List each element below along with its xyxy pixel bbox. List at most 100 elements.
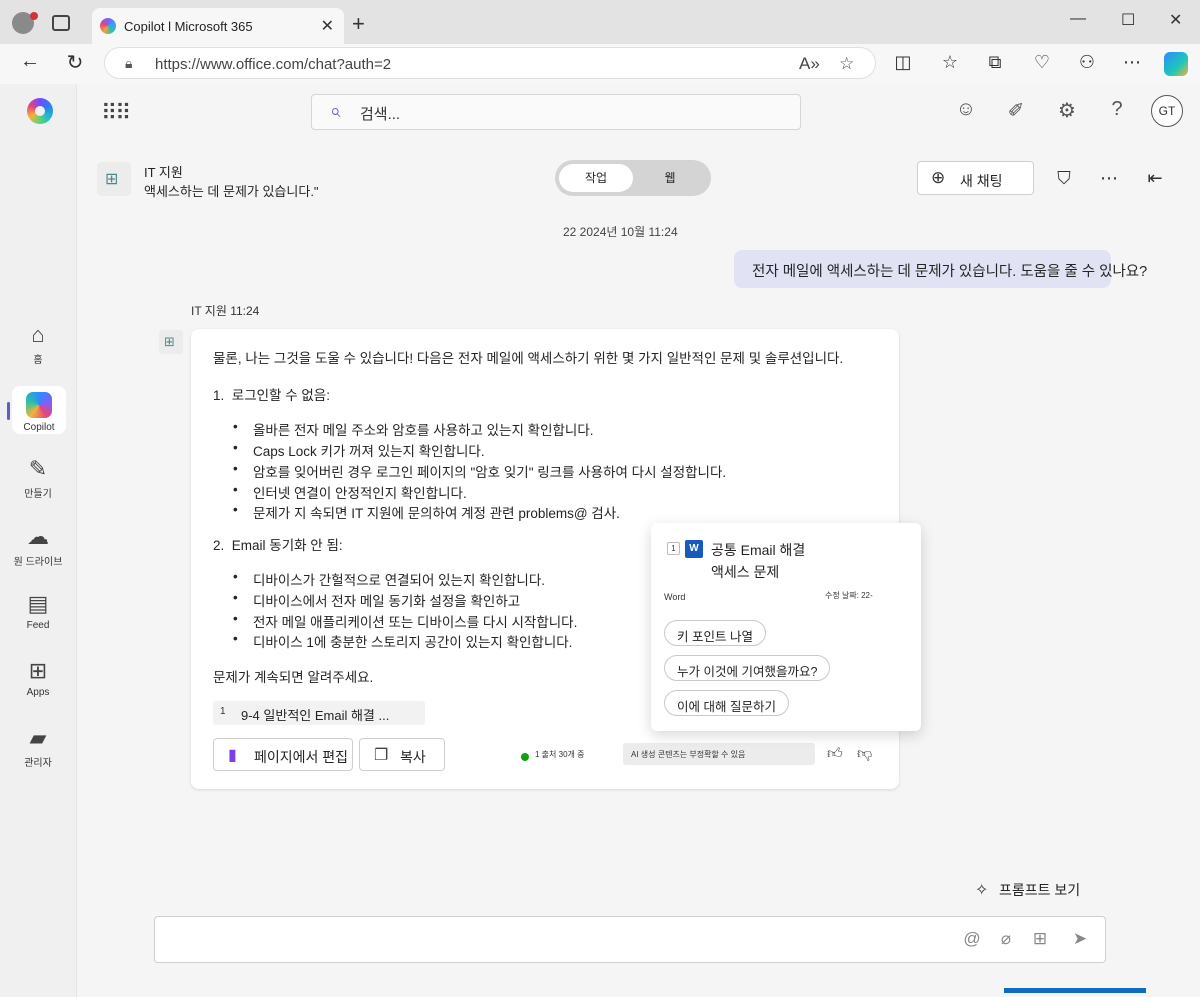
copy-icon: ❐ bbox=[374, 747, 389, 764]
rail-item-feed[interactable]: ▤ Feed bbox=[4, 591, 72, 631]
agent-name: IT 지원 bbox=[144, 165, 183, 180]
back-icon[interactable]: ← bbox=[16, 50, 44, 73]
admin-icon: ▰ bbox=[29, 725, 47, 750]
reply-intro: 물론, 나는 그것을 도울 수 있습니다! 다음은 전자 메일에 액세스하기 위… bbox=[213, 351, 844, 366]
suggestion-chip[interactable]: 누가 이것에 기여했을까요? bbox=[664, 655, 831, 681]
help-icon[interactable]: ? bbox=[1104, 98, 1130, 121]
more-icon[interactable]: ⋯ bbox=[1120, 52, 1144, 73]
suggestion-chip[interactable]: 이에 대해 질문하기 bbox=[664, 690, 789, 716]
edge-copilot-icon[interactable] bbox=[1164, 52, 1188, 76]
refresh-icon[interactable]: ↻ bbox=[61, 50, 89, 75]
extensions-icon[interactable]: ⚇ bbox=[1075, 52, 1099, 73]
date-stamp: 22 2024년 10월 11:24 bbox=[563, 225, 678, 239]
rail-item-admin[interactable]: ▰ 관리자 bbox=[4, 725, 72, 769]
side-panel-icon[interactable]: ⇤ bbox=[1143, 168, 1167, 189]
lock-icon: 🔒︎ bbox=[125, 55, 133, 71]
copilot-favicon-icon bbox=[100, 18, 116, 34]
search-placeholder: 검색... bbox=[360, 106, 401, 123]
agent-apps-icon: ⊞ bbox=[164, 334, 175, 349]
rail-item-copilot[interactable]: Copilot bbox=[12, 386, 66, 434]
status-dot bbox=[521, 753, 529, 761]
list-item-text: 디바이스가 간헐적으로 연결되어 있는지 확인합니다. bbox=[253, 573, 545, 588]
rail-label: Feed bbox=[26, 620, 50, 631]
reply-outro: 문제가 계속되면 알려주세요. bbox=[213, 670, 374, 685]
section-heading: 2. Email 동기화 안 됨: bbox=[213, 534, 343, 554]
list-item-text: 암호를 잊어버린 경우 로그인 페이지의 "암호 잊기" 링크를 사용하여 다시… bbox=[253, 465, 727, 480]
user-message: 전자 메일에 액세스하는 데 문제가 있습니다. 도움을 줄 수 있나요? bbox=[734, 250, 1147, 288]
reference-number: 1 bbox=[220, 706, 226, 717]
new-chat-button[interactable]: ⊕ 새 채팅 bbox=[917, 161, 1034, 195]
list-item-text: 전자 메일 애플리케이션 또는 디바이스를 다시 시작합니다. bbox=[253, 615, 578, 630]
more-options-icon[interactable]: ⋯ bbox=[1097, 168, 1121, 189]
section-heading: 1. 로그인할 수 없음: bbox=[213, 384, 330, 404]
toggle-work[interactable]: 작업 bbox=[559, 164, 633, 192]
new-tab-icon[interactable]: + bbox=[352, 11, 365, 37]
edit-in-page-label: 페이지에서 편집 bbox=[254, 749, 349, 765]
send-icon[interactable]: ➤ bbox=[1069, 929, 1091, 949]
tab-title: Copilot l Microsoft 365 bbox=[124, 19, 253, 34]
copy-button[interactable]: ❐ 복사 bbox=[359, 738, 445, 771]
collections-icon[interactable]: ⧉ bbox=[983, 52, 1007, 73]
read-aloud-icon[interactable]: A» bbox=[799, 54, 820, 74]
loop-page-icon: ▮ bbox=[228, 747, 237, 764]
minimize-icon[interactable]: — bbox=[1070, 10, 1086, 28]
scroll-indicator bbox=[1004, 988, 1146, 993]
rail-item-onedrive[interactable]: ☁ 원 드라이브 bbox=[4, 524, 72, 568]
favorites-icon[interactable]: ☆ bbox=[938, 52, 962, 73]
work-web-toggle[interactable]: 작업 웹 bbox=[555, 160, 711, 196]
agent-apps-icon: ⊞ bbox=[105, 171, 119, 188]
section-number: 1. bbox=[213, 388, 225, 403]
app-launcher-icon[interactable]: ⠿⠿ bbox=[101, 100, 131, 126]
list-item-text: 디바이스 1에 충분한 스토리지 공간이 있는지 확인합니다. bbox=[253, 635, 573, 650]
search-input[interactable]: ⌕ 검색... bbox=[311, 94, 801, 130]
rail-label: 관리자 bbox=[24, 758, 52, 769]
rail-label: Copilot bbox=[23, 422, 55, 433]
thumbs-down-icon[interactable]: 👎︎ bbox=[857, 745, 872, 763]
apps-icon: ⊞ bbox=[28, 658, 48, 683]
address-bar[interactable]: 🔒︎ https://www.office.com/chat?auth=2 A»… bbox=[104, 47, 876, 79]
reference-chip[interactable]: 1 9-4 일반적인 Email 해결 ... bbox=[213, 701, 425, 725]
browser-tab[interactable]: Copilot l Microsoft 365 ✕ bbox=[92, 8, 344, 44]
rail-item-home[interactable]: ⌂ 홈 bbox=[4, 322, 72, 366]
apps-grid-icon[interactable]: ⊞ bbox=[1029, 929, 1051, 949]
close-tab-icon[interactable]: ✕ bbox=[321, 16, 334, 36]
suggestion-chip[interactable]: 키 포인트 나열 bbox=[664, 620, 766, 646]
maximize-icon[interactable]: ☐ bbox=[1121, 10, 1135, 30]
list-item-text: 올바른 전자 메일 주소와 암호를 사용하고 있는지 확인합니다. bbox=[253, 423, 594, 438]
emoji-feedback-icon[interactable]: ☺ bbox=[953, 98, 979, 121]
url-text[interactable]: https://www.office.com/chat?auth=2 bbox=[155, 56, 391, 73]
section-number: 2. bbox=[213, 538, 225, 553]
browser-essentials-icon[interactable]: ♡ bbox=[1030, 52, 1054, 73]
browser-titlebar: Copilot l Microsoft 365 ✕ + — ☐ ✕ bbox=[0, 0, 1200, 44]
edit-in-page-button[interactable]: ▮ 페이지에서 편집 bbox=[213, 738, 353, 771]
citation-title[interactable]: 공통 Email 해결 bbox=[711, 540, 805, 560]
attach-icon[interactable]: ⌀ bbox=[995, 929, 1017, 949]
notes-icon[interactable]: ✐ bbox=[1003, 98, 1029, 123]
rail-label: 홈 bbox=[33, 355, 43, 366]
rail-item-create[interactable]: ✎ 만들기 bbox=[4, 456, 72, 500]
m365-logo-icon[interactable] bbox=[27, 98, 53, 124]
feed-icon: ▤ bbox=[27, 591, 49, 616]
mention-icon[interactable]: @ bbox=[961, 929, 983, 949]
favorite-star-icon[interactable]: ☆ bbox=[839, 54, 854, 74]
notification-dot bbox=[30, 12, 38, 20]
list-item-text: 인터넷 연결이 안정적인지 확인합니다. bbox=[253, 486, 467, 501]
toggle-web[interactable]: 웹 bbox=[633, 164, 707, 192]
list-item-text: 디바이스에서 전자 메일 동기화 설정을 확인하고 bbox=[253, 594, 521, 609]
cloud-icon: ☁ bbox=[27, 524, 49, 549]
rail-label: 원 드라이브 bbox=[13, 557, 63, 568]
rail-label: Apps bbox=[26, 687, 50, 698]
message-composer[interactable]: @ ⌀ ⊞ ➤ bbox=[154, 916, 1106, 963]
split-screen-icon[interactable]: ◫ bbox=[891, 52, 915, 73]
rail-item-apps[interactable]: ⊞ Apps bbox=[4, 658, 72, 698]
shield-icon[interactable]: ⛉ bbox=[1052, 168, 1076, 189]
citation-number: 1 bbox=[667, 542, 680, 555]
window-close-icon[interactable]: ✕ bbox=[1169, 10, 1182, 30]
settings-gear-icon[interactable]: ⚙ bbox=[1054, 98, 1080, 123]
avatar[interactable]: GT bbox=[1151, 95, 1183, 127]
tab-actions-icon[interactable] bbox=[52, 15, 70, 31]
prompt-sparkle-icon: ✧ bbox=[975, 882, 989, 899]
citation-title-line2[interactable]: 액세스 문제 bbox=[711, 562, 779, 582]
thumbs-up-icon[interactable]: 👍︎ bbox=[827, 745, 843, 763]
section-title: 로그인할 수 없음: bbox=[231, 388, 330, 403]
